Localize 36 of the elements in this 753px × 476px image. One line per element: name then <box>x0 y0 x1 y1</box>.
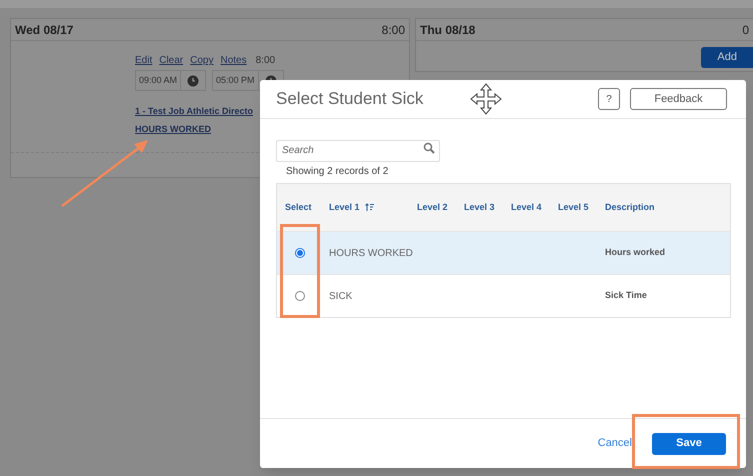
table-cell-text: SICK <box>329 290 354 304</box>
table-row[interactable]: HOURS WORKED Hours worked <box>277 231 730 274</box>
day-total: 8:00 <box>382 22 405 38</box>
radio-button[interactable] <box>295 291 305 301</box>
clock-icon <box>187 74 200 86</box>
search-icon[interactable] <box>423 142 435 154</box>
dialog-title: Select Student Sick <box>276 88 424 110</box>
cancel-button[interactable]: Cancel <box>598 435 632 452</box>
action-link[interactable]: Copy <box>190 53 214 68</box>
action-link[interactable]: Edit <box>135 53 152 68</box>
action-link[interactable]: Notes <box>220 53 247 68</box>
add-button[interactable]: Add <box>701 47 753 68</box>
table-cell-text: Hours worked <box>605 246 666 260</box>
sort-icon[interactable] <box>364 203 374 212</box>
column-header[interactable]: Level 2 <box>417 200 448 214</box>
column-header[interactable]: Level 5 <box>558 200 589 214</box>
column-header[interactable]: Description <box>605 200 655 214</box>
radio-button[interactable] <box>295 248 305 258</box>
day-label: Wed 08/17 <box>15 22 74 38</box>
column-header[interactable]: Level 4 <box>511 200 542 214</box>
day-label: Thu 08/18 <box>420 22 476 38</box>
time-field[interactable]: 09:00 AM <box>135 70 206 91</box>
help-button[interactable]: ? <box>598 88 620 110</box>
column-header[interactable]: Select <box>285 200 312 214</box>
records-count: Showing 2 records of 2 <box>286 165 390 179</box>
search-field[interactable]: Search <box>276 140 440 162</box>
save-button[interactable]: Save <box>652 432 726 454</box>
table-cell-text: Sick Time <box>605 289 648 302</box>
column-header[interactable]: Level 3 <box>464 200 495 214</box>
day-total: 0 <box>742 22 749 38</box>
feedback-button[interactable]: Feedback <box>630 88 727 110</box>
move-icon[interactable] <box>469 82 504 116</box>
table-cell-text: HOURS WORKED <box>329 246 414 260</box>
column-header[interactable]: Level 1 <box>329 200 360 214</box>
hours-text: 8:00 <box>256 54 276 68</box>
action-link[interactable]: Clear <box>159 53 184 68</box>
